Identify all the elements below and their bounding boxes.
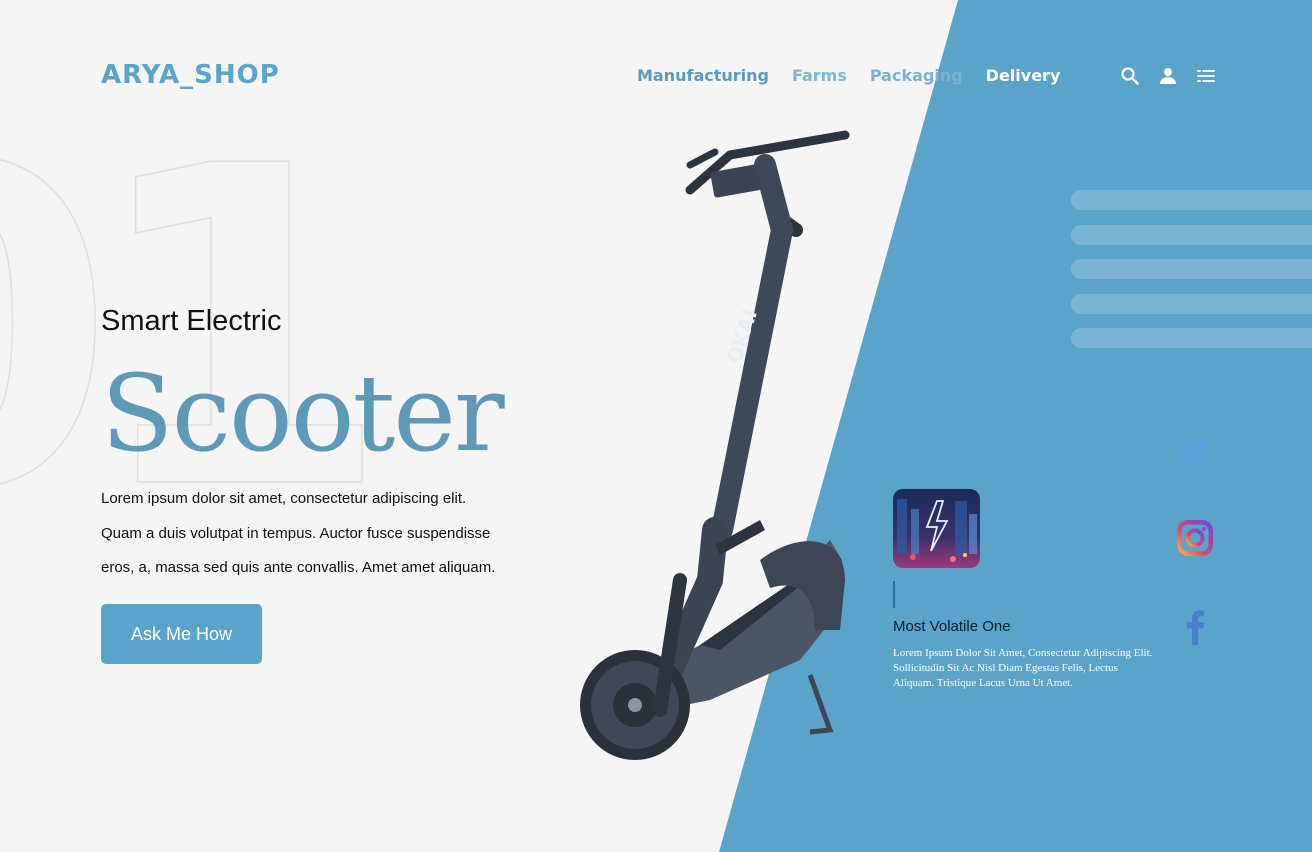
card-title: Most Volatile One [893,618,1011,635]
ask-me-how-button[interactable]: Ask Me How [101,604,262,664]
decorative-stripes [1071,190,1312,363]
description-line: eros, a, massa sed quis ante convallis. … [101,559,496,576]
description-line: Lorem ipsum dolor sit amet, consectetur … [101,490,467,507]
search-icon[interactable] [1120,66,1140,86]
instagram-icon[interactable] [1176,520,1214,561]
hero-subtitle: Smart Electric [101,305,282,337]
description-line: Quam a duis volutpat in tempus. Auctor f… [101,524,491,542]
user-icon[interactable] [1158,66,1178,86]
menu-icon[interactable] [1196,66,1216,86]
scooter-image: OKAI [580,130,850,760]
nav-item-delivery[interactable]: Delivery [986,66,1061,85]
logo[interactable]: ARYA_SHOP [101,60,280,90]
feature-card[interactable]: Most Volatile One Lorem Ipsum Dolor Sit … [893,489,1153,691]
hero-description: Lorem ipsum dolor sit amet, consectetur … [101,482,521,586]
facebook-icon[interactable] [1176,609,1214,650]
card-divider [893,581,895,608]
header-actions [1120,66,1216,86]
card-thumbnail [893,489,980,568]
card-text: Lorem Ipsum Dolor Sit Amet, Consectetur … [893,647,1153,689]
nav-item-manufacturing[interactable]: Manufacturing [637,66,769,85]
hero-title: Scooter [101,352,505,475]
main-nav: Manufacturing Farms Packaging Delivery [637,66,1060,85]
nav-item-packaging[interactable]: Packaging [870,66,963,85]
nav-item-farms[interactable]: Farms [792,66,847,85]
twitter-icon[interactable] [1176,436,1212,471]
